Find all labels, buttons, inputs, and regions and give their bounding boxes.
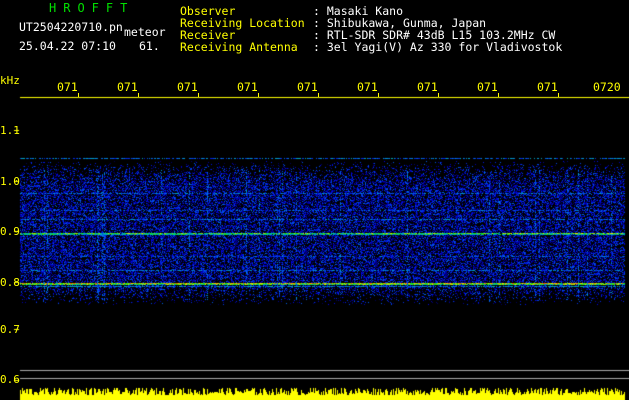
datetime-label: 25.04.22 07:10: [19, 39, 116, 53]
x-tick-label: 071: [237, 80, 258, 94]
y-tick-label: 0.8: [0, 276, 20, 289]
x-tick-mark: [378, 93, 379, 97]
x-tick-mark: [258, 93, 259, 97]
antenna-value: : 3el Yagi(V) Az 330 for Vladivostok: [313, 40, 563, 54]
x-tick-label: 071: [297, 80, 318, 94]
x-tick-mark: [198, 93, 199, 97]
x-tick-label: 071: [57, 80, 78, 94]
filename-label: UT2504220710.pn: [19, 20, 123, 34]
app-brand: HROFFT: [49, 1, 135, 15]
x-tick-mark: [438, 93, 439, 97]
x-tick-label: 071: [477, 80, 498, 94]
x-tick-mark: [78, 93, 79, 97]
x-tick-mark: [138, 93, 139, 97]
y-tick-label: 0.6: [0, 373, 20, 386]
x-tick-label: 071: [117, 80, 138, 94]
x-tick-label: 0720: [593, 80, 621, 94]
spectrogram-canvas: [0, 0, 629, 400]
y-tick-label: 1.0: [0, 175, 20, 188]
y-tick-label: 0.9: [0, 225, 20, 238]
y-tick-label: 1.1: [0, 124, 20, 137]
x-tick-label: 071: [537, 80, 558, 94]
x-tick-label: 071: [177, 80, 198, 94]
x-tick-mark: [318, 93, 319, 97]
y-unit-label: kHz: [0, 74, 20, 87]
filetype-label: meteor: [124, 25, 166, 39]
x-tick-mark: [558, 93, 559, 97]
antenna-label: Receiving Antenna: [180, 40, 298, 54]
count-label: 61.: [139, 39, 160, 53]
x-tick-label: 071: [417, 80, 438, 94]
y-tick-label: 0.7: [0, 323, 20, 336]
x-tick-mark: [498, 93, 499, 97]
x-tick-label: 071: [357, 80, 378, 94]
